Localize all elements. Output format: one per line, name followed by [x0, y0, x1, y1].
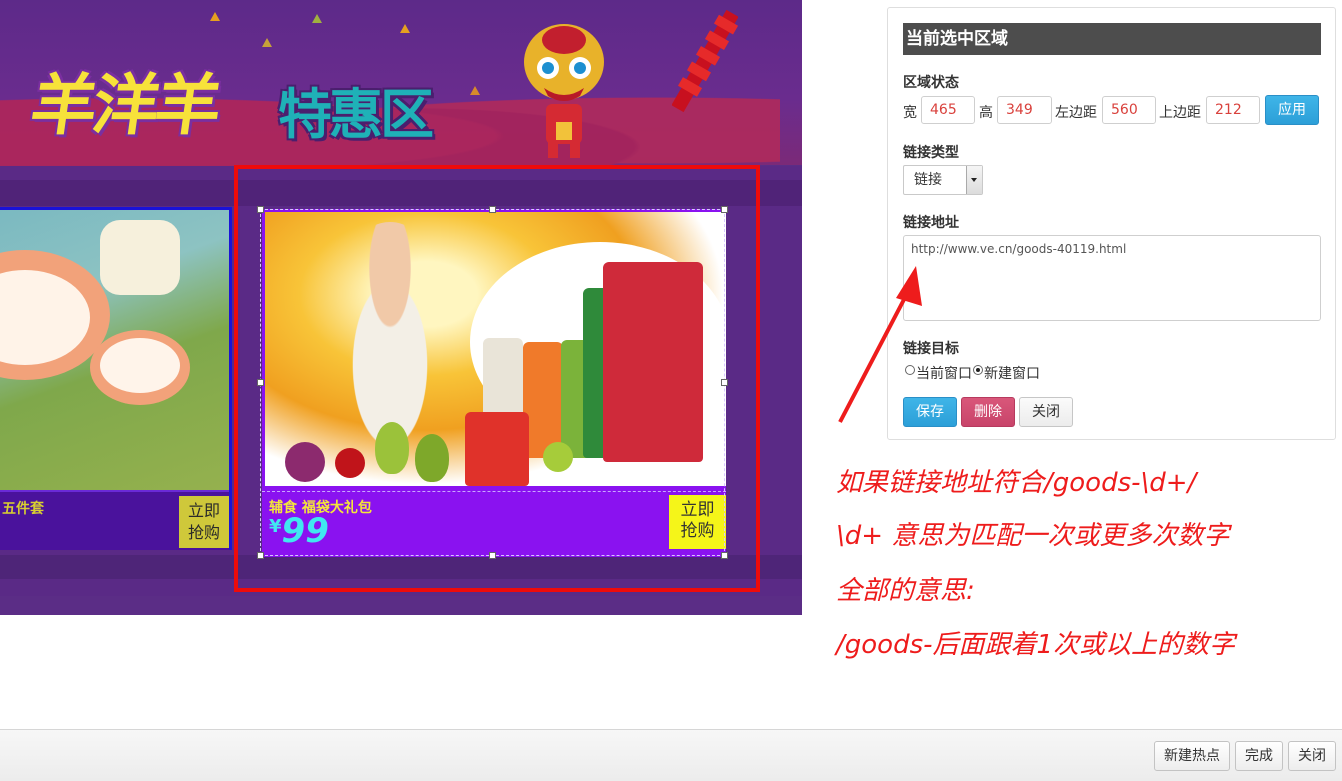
product-card-tableware[interactable]: 五件套 立即 抢购 — [0, 207, 232, 550]
product-caption-text: 五件套 — [2, 501, 44, 517]
confetti-decoration — [210, 12, 220, 21]
bottom-close-button[interactable]: 关闭 — [1288, 741, 1336, 771]
hotspot-region[interactable] — [260, 209, 725, 556]
resize-handle-n[interactable] — [489, 206, 496, 213]
cup-shape — [100, 220, 180, 295]
annotation-line-3: 全部的意思: — [836, 576, 975, 606]
resize-handle-s[interactable] — [489, 552, 496, 559]
left-offset-label: 左边距 — [1055, 105, 1097, 121]
confetti-decoration — [400, 24, 410, 33]
hotspot-properties-panel: 当前选中区域 区域状态 宽 465 高 349 左边距 560 上边距 212 … — [887, 7, 1336, 440]
bottom-toolbar: 新建热点 完成 关闭 — [0, 729, 1342, 781]
banner-title-sub: 特惠区 — [278, 83, 434, 146]
buy-label-line1: 立即 — [187, 501, 220, 520]
banner-title-main: 羊洋羊 — [25, 67, 223, 144]
confetti-decoration — [262, 38, 272, 47]
new-hotspot-button[interactable]: 新建热点 — [1154, 741, 1230, 771]
confetti-decoration — [312, 14, 322, 23]
area-state-label: 区域状态 — [903, 75, 959, 91]
confetti-decoration — [470, 86, 480, 95]
width-label: 宽 — [903, 105, 917, 121]
buy-now-button[interactable]: 立即 抢购 — [179, 496, 229, 548]
resize-handle-sw[interactable] — [257, 552, 264, 559]
buy-label-line2: 抢购 — [187, 523, 220, 542]
left-offset-input[interactable]: 560 — [1102, 96, 1156, 124]
width-input[interactable]: 465 — [921, 96, 975, 124]
resize-handle-nw[interactable] — [257, 206, 264, 213]
top-offset-label: 上边距 — [1159, 105, 1201, 121]
resize-handle-w[interactable] — [257, 379, 264, 386]
link-url-textarea[interactable]: http://www.ve.cn/goods-40119.html — [903, 235, 1321, 321]
product-image-tableware — [0, 210, 229, 490]
height-input[interactable]: 349 — [997, 96, 1052, 124]
link-type-select[interactable]: 链接 — [903, 165, 983, 195]
resize-handle-se[interactable] — [721, 552, 728, 559]
delete-button[interactable]: 删除 — [961, 397, 1015, 427]
resize-handle-ne[interactable] — [721, 206, 728, 213]
done-button[interactable]: 完成 — [1235, 741, 1283, 771]
panel-title: 当前选中区域 — [903, 23, 1321, 55]
banner-canvas[interactable]: 羊洋羊 特惠区 五件套 立即 抢购 辅食 福袋大礼包 ¥99 立即 抢购 — [0, 0, 802, 615]
firecracker-icon — [672, 9, 738, 113]
target-new-radio[interactable] — [973, 365, 983, 375]
annotation-arrow-icon — [838, 266, 922, 423]
chevron-down-icon — [966, 166, 982, 194]
height-label: 高 — [979, 105, 993, 121]
resize-handle-e[interactable] — [721, 379, 728, 386]
lion-dance-icon — [524, 24, 604, 158]
annotation-line-1: 如果链接地址符合/goods-\d+/ — [836, 468, 1197, 498]
apply-button[interactable]: 应用 — [1265, 95, 1319, 125]
link-type-label: 链接类型 — [903, 145, 959, 161]
bowl-shape — [100, 338, 180, 393]
annotation-line-2: \d+ 意思为匹配一次或更多次数字 — [836, 521, 1230, 551]
link-type-value: 链接 — [914, 172, 942, 188]
top-offset-input[interactable]: 212 — [1206, 96, 1260, 124]
annotation-line-4: /goods-后面跟着1次或以上的数字 — [836, 630, 1236, 660]
panel-close-button[interactable]: 关闭 — [1019, 397, 1073, 427]
link-url-label: 链接地址 — [903, 215, 959, 231]
target-new-label: 新建窗口 — [984, 366, 1040, 382]
